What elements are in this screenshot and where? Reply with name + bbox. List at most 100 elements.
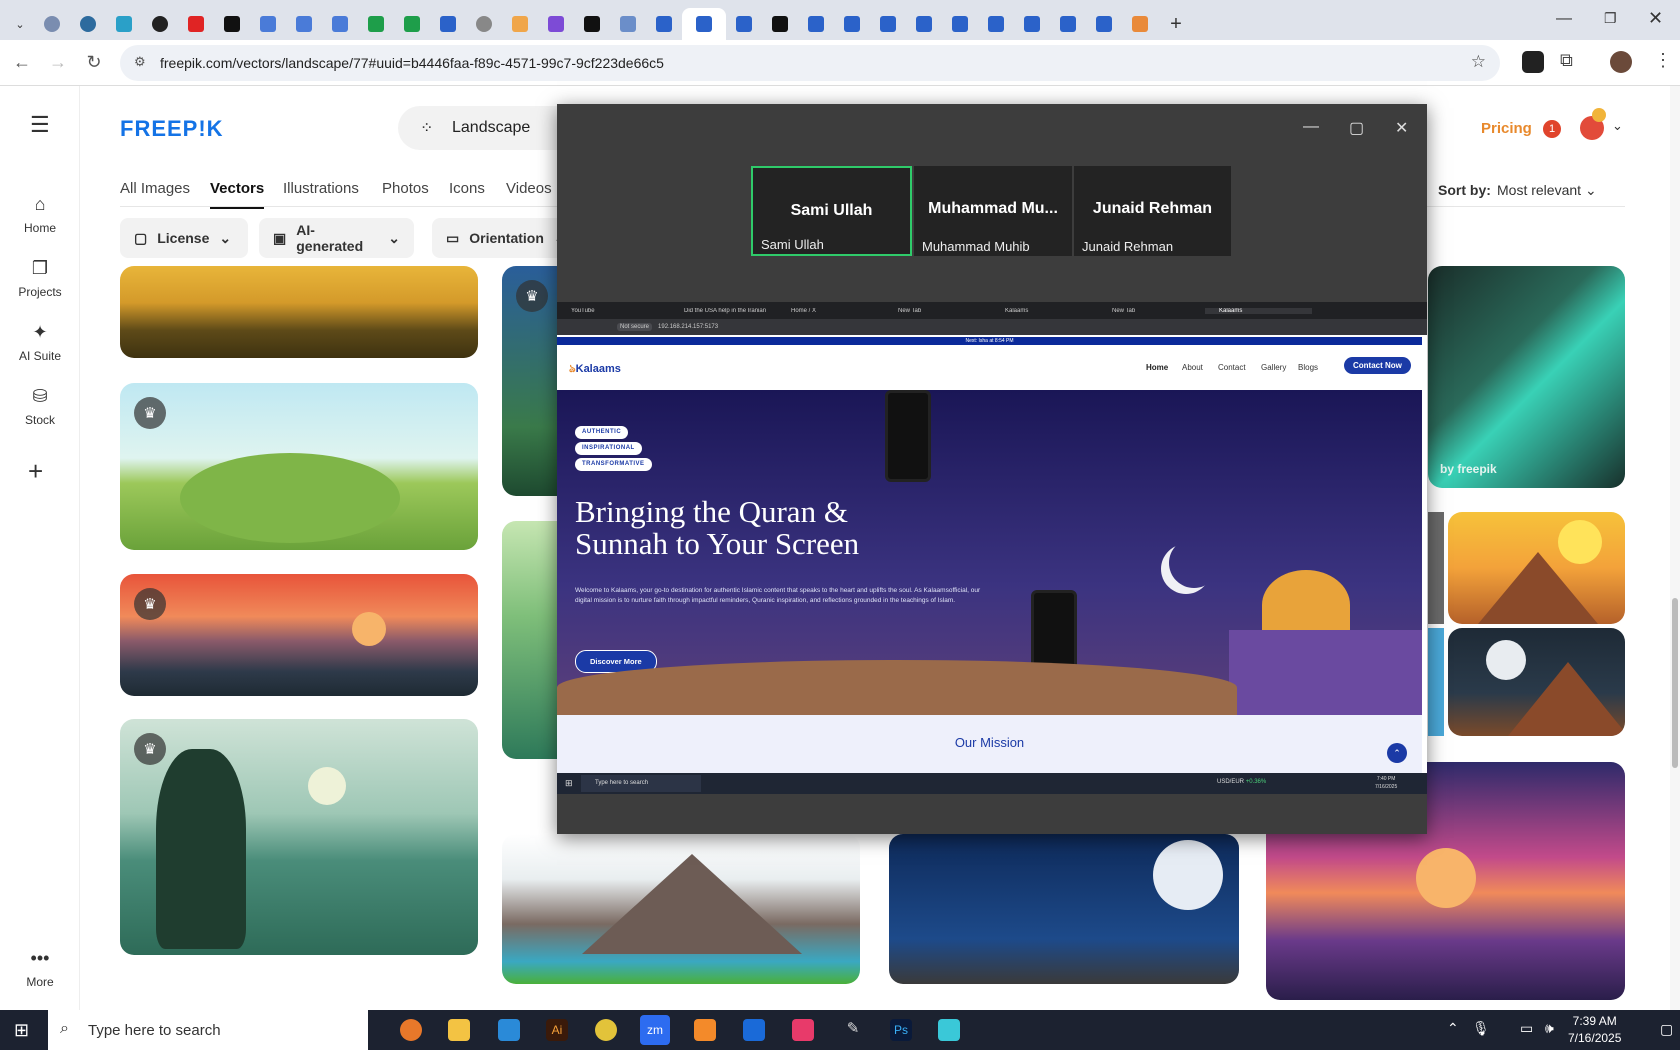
photoshop-icon[interactable]: Ps: [890, 1019, 912, 1041]
xampp-icon[interactable]: [694, 1019, 716, 1041]
sort-dropdown[interactable]: Most relevant ⌄: [1497, 182, 1597, 199]
firefox-icon[interactable]: [400, 1019, 422, 1041]
browser-tab[interactable]: [978, 8, 1014, 40]
orientation-filter[interactable]: ▭Orientation⌄: [432, 218, 572, 258]
tab-search-button[interactable]: ⌄: [6, 8, 34, 40]
site-info-icon[interactable]: ⚙: [134, 54, 146, 70]
browser-tab[interactable]: [610, 8, 646, 40]
image-card-meadow[interactable]: ♛: [120, 383, 478, 550]
browser-tab[interactable]: [250, 8, 286, 40]
url-field[interactable]: ⚙ freepik.com/vectors/landscape/77#uuid=…: [120, 45, 1500, 81]
tab-all-images[interactable]: All Images: [120, 180, 190, 197]
browser-tab[interactable]: [70, 8, 106, 40]
zoom-minimize-icon[interactable]: —: [1303, 118, 1319, 136]
browser-tab[interactable]: [1122, 8, 1158, 40]
browser-tab[interactable]: [466, 8, 502, 40]
chrome-icon[interactable]: [595, 1019, 617, 1041]
browser-tab[interactable]: [798, 8, 834, 40]
participant-tile-active[interactable]: Sami Ullah Sami Ullah: [751, 166, 912, 256]
pricing-link[interactable]: Pricing: [1481, 120, 1532, 137]
freepik-logo[interactable]: FREEP!K: [120, 116, 224, 142]
network-icon[interactable]: ▭: [1520, 1020, 1533, 1037]
tab-illustrations[interactable]: Illustrations: [283, 180, 359, 197]
creative-cloud-icon[interactable]: [792, 1019, 814, 1041]
search-type-icon[interactable]: ⁘: [420, 118, 433, 138]
app-icon[interactable]: [938, 1019, 960, 1041]
image-card-volcano-moon[interactable]: [1448, 628, 1625, 736]
browser-tab[interactable]: [106, 8, 142, 40]
browser-menu-icon[interactable]: ⋮: [1654, 50, 1672, 71]
taskbar-search-field[interactable]: ⌕ Type here to search: [48, 1010, 368, 1050]
notification-bell-icon[interactable]: 1: [1543, 120, 1561, 138]
image-card-sunset-mountains[interactable]: ♛: [120, 574, 478, 696]
back-icon[interactable]: ←: [4, 45, 40, 81]
file-explorer-icon[interactable]: [448, 1019, 470, 1041]
browser-tab[interactable]: [538, 8, 574, 40]
scrollbar-thumb[interactable]: [1672, 598, 1678, 768]
browser-tab[interactable]: [358, 8, 394, 40]
browser-tab[interactable]: [322, 8, 358, 40]
tab-vectors[interactable]: Vectors: [210, 180, 265, 209]
participant-tile[interactable]: Muhammad Mu... Muhammad Muhib: [914, 166, 1072, 256]
browser-tab-active[interactable]: [682, 8, 726, 40]
tab-photos[interactable]: Photos: [382, 180, 429, 197]
browser-tab[interactable]: [1014, 8, 1050, 40]
extension-icon[interactable]: [1522, 51, 1544, 73]
search-bar[interactable]: ⁘ Landscape: [398, 106, 578, 150]
zoom-icon[interactable]: zm: [640, 1015, 670, 1045]
page-scrollbar[interactable]: [1670, 86, 1680, 1010]
browser-tab[interactable]: [394, 8, 430, 40]
ai-generated-filter[interactable]: ▣ AI-generated ⌄: [259, 218, 414, 258]
image-card-abstract-teal[interactable]: by freepik: [1428, 266, 1625, 488]
reload-icon[interactable]: ↻: [76, 45, 112, 81]
zoom-maximize-icon[interactable]: ▢: [1349, 118, 1364, 138]
forward-icon[interactable]: →: [40, 45, 76, 81]
browser-tab[interactable]: [726, 8, 762, 40]
browser-tab[interactable]: [286, 8, 322, 40]
volume-icon[interactable]: 🕪: [1545, 1020, 1554, 1037]
browser-tab[interactable]: [502, 8, 538, 40]
browser-tab[interactable]: [1050, 8, 1086, 40]
browser-tab[interactable]: [646, 8, 682, 40]
microphone-icon[interactable]: 🎙: [1472, 1020, 1490, 1037]
nav-more[interactable]: ••• More: [0, 948, 80, 989]
notifications-icon[interactable]: ▢: [1660, 1021, 1673, 1038]
tab-icons[interactable]: Icons: [449, 180, 485, 197]
window-restore-icon[interactable]: ❐: [1604, 10, 1617, 27]
tray-overflow-icon[interactable]: ⌃: [1447, 1020, 1459, 1037]
extensions-puzzle-icon[interactable]: ⧉: [1560, 50, 1573, 71]
new-tab-button[interactable]: +: [1158, 8, 1194, 40]
image-card-tropical-mountain[interactable]: [502, 834, 860, 984]
image-card-volcano-sun[interactable]: [1448, 512, 1625, 624]
browser-tab[interactable]: [430, 8, 466, 40]
image-card-night-moon[interactable]: [889, 834, 1239, 984]
browser-tab[interactable]: [178, 8, 214, 40]
window-close-icon[interactable]: ✕: [1648, 8, 1663, 29]
browser-tab[interactable]: [574, 8, 610, 40]
nav-projects[interactable]: ❐ Projects: [0, 258, 80, 299]
outlook-icon[interactable]: [743, 1019, 765, 1041]
image-card-grass[interactable]: [120, 266, 478, 358]
pen-tool-icon[interactable]: ✎: [842, 1019, 864, 1041]
hamburger-menu-icon[interactable]: ☰: [30, 112, 50, 138]
illustrator-icon[interactable]: Ai: [546, 1019, 568, 1041]
browser-tab[interactable]: [214, 8, 250, 40]
browser-tab[interactable]: [762, 8, 798, 40]
bookmark-star-icon[interactable]: ☆: [1471, 52, 1486, 72]
nav-home[interactable]: ⌂ Home: [0, 194, 80, 235]
browser-tab[interactable]: [1086, 8, 1122, 40]
browser-tab[interactable]: [34, 8, 70, 40]
browser-tab[interactable]: [942, 8, 978, 40]
browser-tab[interactable]: [870, 8, 906, 40]
window-minimize-icon[interactable]: —: [1556, 10, 1572, 28]
taskbar-clock[interactable]: 7:39 AM 7/16/2025: [1568, 1013, 1621, 1047]
task-view-icon[interactable]: ⧉: [352, 1020, 365, 1041]
browser-tab[interactable]: [906, 8, 942, 40]
image-card-blue-strip[interactable]: [1428, 628, 1444, 736]
account-chevron-icon[interactable]: ⌄: [1612, 118, 1623, 134]
vscode-icon[interactable]: [498, 1019, 520, 1041]
image-card-desert-gray[interactable]: [1428, 512, 1444, 624]
image-card-tree-lake[interactable]: ♛: [120, 719, 478, 955]
participant-tile[interactable]: Junaid Rehman Junaid Rehman: [1074, 166, 1231, 256]
add-icon[interactable]: +: [28, 456, 43, 487]
